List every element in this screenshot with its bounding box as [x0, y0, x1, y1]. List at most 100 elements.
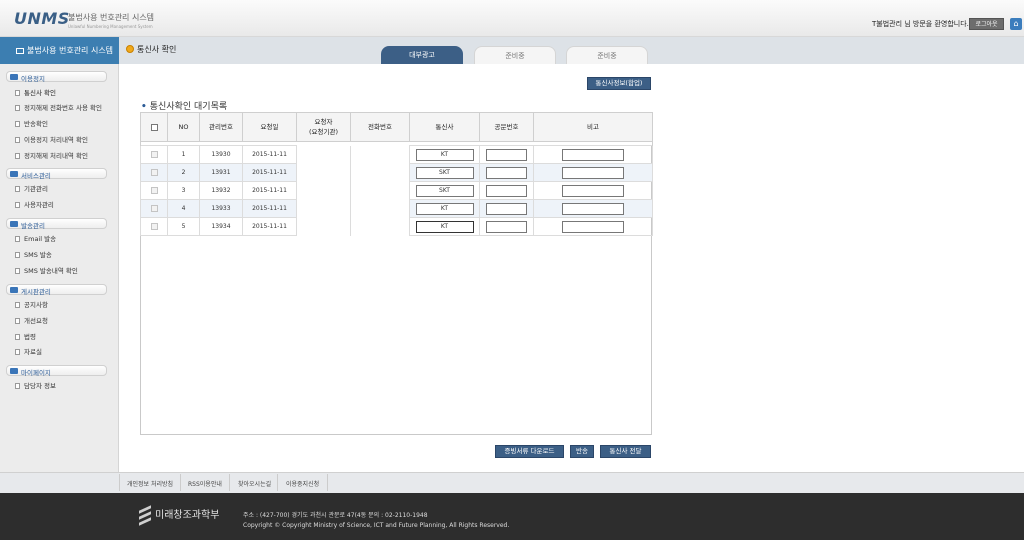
sidebar-group-suspension[interactable]: 이용정지 [6, 71, 107, 83]
doc-no-input[interactable] [486, 166, 527, 179]
group-label: 이용정지 [21, 75, 45, 83]
page-icon [15, 105, 20, 111]
sidebar-item-archive[interactable]: 자료실 [15, 346, 42, 356]
sidebar-item-suspension-history[interactable]: 이용정지 처리내역 확인 [15, 134, 88, 144]
carrier-input[interactable]: KT [415, 148, 474, 161]
row-date: 2015-11-11 [242, 181, 297, 200]
select-all-header [140, 112, 168, 142]
footer-divider [119, 474, 120, 491]
row-date: 2015-11-11 [242, 217, 297, 236]
doc-no-input[interactable] [486, 148, 527, 161]
footer-copyright: Copyright © Copyright Ministry of Scienc… [243, 522, 510, 529]
page-icon [15, 236, 20, 242]
rss-link[interactable]: RSS이용안내 [188, 479, 222, 488]
row-checkbox[interactable] [150, 151, 158, 158]
privacy-policy-link[interactable]: 개인정보 처리방침 [127, 479, 173, 488]
row-mgmt-no: 13931 [199, 163, 243, 182]
forward-carrier-button[interactable]: 통신사 전달 [600, 445, 651, 458]
folder-icon [10, 287, 18, 293]
sidebar-group-board[interactable]: 게시판관리 [6, 284, 107, 296]
remarks-input[interactable] [562, 220, 624, 233]
sidebar-item-carrier-check[interactable]: 통신사 확인 [15, 87, 56, 97]
group-label: 발송관리 [21, 222, 45, 230]
sidebar-item-org-mgmt[interactable]: 기관관리 [15, 183, 48, 193]
unms-logo[interactable]: UNMS [14, 9, 70, 28]
sidebar-item-return-check[interactable]: 반송확인 [15, 118, 48, 128]
logout-button[interactable]: 로그아웃 [969, 18, 1004, 30]
row-checkbox[interactable] [150, 187, 158, 194]
col-mgmt-no: 관리번호 [199, 112, 243, 142]
sidebar-item-user-mgmt[interactable]: 사용자관리 [15, 199, 54, 209]
row-no: 3 [167, 181, 200, 200]
folder-icon [10, 74, 18, 80]
system-bar-label: 불법사용 번호관리 시스템 [27, 46, 114, 55]
carrier-input[interactable]: KT [415, 220, 474, 233]
remarks-input[interactable] [562, 166, 624, 179]
row-requester [296, 163, 351, 182]
page-icon [15, 349, 20, 355]
list-title: • 통신사확인 대기목록 [141, 102, 228, 112]
sidebar-group-mypage[interactable]: 마이페이지 [6, 365, 107, 377]
sidebar-item-sms-history[interactable]: SMS 발송내역 확인 [15, 265, 78, 275]
page-icon [15, 334, 20, 340]
row-mgmt-no: 13934 [199, 217, 243, 236]
row-checkbox[interactable] [150, 205, 158, 212]
doc-no-input[interactable] [486, 184, 527, 197]
ministry-emblem-icon [138, 503, 152, 527]
row-no: 4 [167, 199, 200, 218]
table-row[interactable]: 2 13931 2015-11-11 SKT [140, 163, 653, 182]
return-button[interactable]: 반송 [570, 445, 594, 458]
sidebar-item-unsuspend-usage[interactable]: 정지해제 전화번호 사용 확인 [15, 102, 102, 112]
folder-icon [10, 368, 18, 374]
suspension-request-link[interactable]: 이용중지신청 [286, 479, 319, 488]
page-icon [15, 137, 20, 143]
sidebar-item-unsuspend-history[interactable]: 정지해제 처리내역 확인 [15, 150, 88, 160]
home-icon[interactable]: ⌂ [1010, 18, 1022, 30]
carrier-input[interactable]: SKT [415, 184, 474, 197]
tab-preparing-2[interactable]: 준비중 [566, 46, 648, 64]
logo-subtitle: 불법사용 번호관리 시스템 Unlawful Numbering Managem… [68, 12, 154, 29]
group-label: 게시판관리 [21, 288, 51, 296]
row-date: 2015-11-11 [242, 199, 297, 218]
sidebar-group-service[interactable]: 서비스관리 [6, 168, 107, 180]
row-checkbox[interactable] [150, 223, 158, 230]
tab-loan-ad[interactable]: 대부광고 [381, 46, 463, 64]
page-icon [15, 202, 20, 208]
system-name-en: Unlawful Numbering Management System [68, 24, 153, 29]
row-mgmt-no: 13933 [199, 199, 243, 218]
table-row[interactable]: 4 13933 2015-11-11 KT [140, 199, 653, 218]
page-icon [15, 121, 20, 127]
remarks-input[interactable] [562, 184, 624, 197]
tab-preparing-1[interactable]: 준비중 [474, 46, 556, 64]
select-all-checkbox[interactable] [150, 123, 158, 131]
sidebar-group-sending[interactable]: 발송관리 [6, 218, 107, 230]
sidebar-item-sms-send[interactable]: SMS 발송 [15, 249, 52, 259]
row-phone [350, 163, 410, 182]
table-row[interactable]: 1 13930 2015-11-11 KT [140, 145, 653, 164]
page-icon [15, 153, 20, 159]
table-row[interactable]: 5 13934 2015-11-11 KT [140, 217, 653, 236]
download-evidence-button[interactable]: 증빙서류 다운로드 [495, 445, 564, 458]
col-carrier: 통신사 [409, 112, 480, 142]
remarks-input[interactable] [562, 148, 624, 161]
sidebar-item-manager-info[interactable]: 담당자 정보 [15, 380, 56, 390]
carrier-input[interactable]: KT [415, 202, 474, 215]
doc-no-input[interactable] [486, 220, 527, 233]
sidebar-item-laws[interactable]: 법령 [15, 331, 36, 341]
doc-no-input[interactable] [486, 202, 527, 215]
row-mgmt-no: 13932 [199, 181, 243, 200]
directions-link[interactable]: 찾아오시는길 [238, 479, 271, 488]
sidebar-item-notice[interactable]: 공지사항 [15, 299, 48, 309]
row-no: 1 [167, 145, 200, 164]
table-row[interactable]: 3 13932 2015-11-11 SKT [140, 181, 653, 200]
sidebar-item-improvement[interactable]: 개선요청 [15, 315, 48, 325]
remarks-input[interactable] [562, 202, 624, 215]
row-checkbox[interactable] [150, 169, 158, 176]
page-icon [15, 302, 20, 308]
page-icon [15, 383, 20, 389]
sidebar-item-email-send[interactable]: Email 발송 [15, 233, 56, 243]
carrier-info-button[interactable]: 통신사정보(합업) [587, 77, 651, 90]
col-phone: 전화번호 [350, 112, 410, 142]
carrier-input[interactable]: SKT [415, 166, 474, 179]
row-date: 2015-11-11 [242, 163, 297, 182]
